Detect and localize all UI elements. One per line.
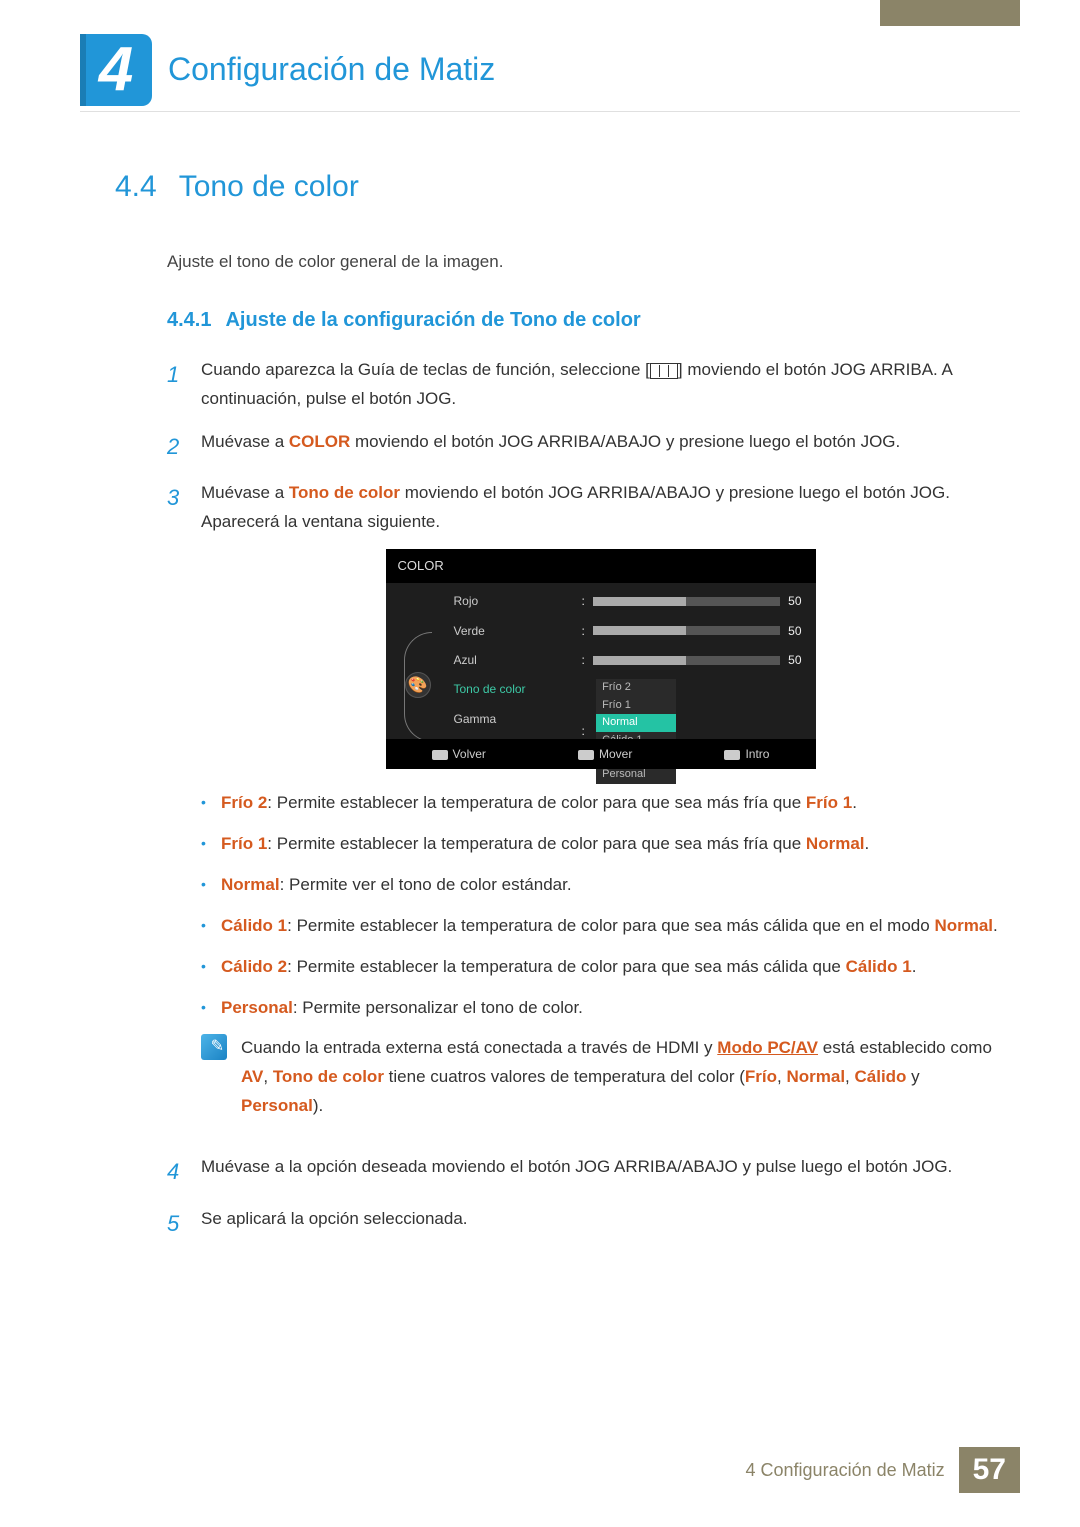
menu-icon (650, 363, 678, 379)
palette-icon: 🎨 (405, 672, 431, 698)
osd-label-tono: Tono de color (454, 679, 564, 699)
desc-normal: Normal: Permite ver el tono de color est… (201, 871, 1000, 900)
osd-footer: Volver Mover Intro (386, 739, 816, 769)
osd-enter: Intro (724, 744, 769, 764)
value: 50 (788, 621, 801, 641)
osd-back: Volver (432, 744, 486, 764)
subsection-number: 4.4.1 (167, 309, 211, 332)
step-body: Muévase a la opción deseada moviendo el … (201, 1153, 1000, 1190)
subsection-heading: 4.4.1 Ajuste de la configuración de Tono… (167, 309, 1000, 332)
steps-list: 1 Cuando aparezca la Guía de teclas de f… (167, 356, 1000, 1242)
note-icon (201, 1034, 227, 1060)
osd-nav-arc: 🎨 (400, 591, 436, 739)
text: Muévase a (201, 483, 289, 502)
page-footer: 4 Configuración de Matiz 57 (746, 1447, 1020, 1493)
chapter-title: Configuración de Matiz (168, 51, 495, 88)
link-modo-pcav[interactable]: Modo PC/AV (717, 1038, 818, 1057)
slider-azul: : 50 (582, 650, 802, 670)
step-5: 5 Se aplicará la opción seleccionada. (167, 1205, 1000, 1242)
section-intro: Ajuste el tono de color general de la im… (167, 248, 1000, 275)
osd-labels: Rojo Verde Azul Tono de color Gamma (454, 591, 564, 739)
desc-calido1: Cálido 1: Permite establecer la temperat… (201, 912, 1000, 941)
option-descriptions: Frío 2: Permite establecer la temperatur… (201, 789, 1000, 1022)
osd-label-verde: Verde (454, 621, 564, 641)
osd-body: 🎨 Rojo Verde Azul Tono de color Gamma : … (386, 583, 816, 743)
slider-verde: : 50 (582, 621, 802, 641)
opt: Frío 2 (596, 679, 676, 696)
osd-label-rojo: Rojo (454, 591, 564, 611)
step-number: 5 (167, 1205, 185, 1242)
step-body: Se aplicará la opción seleccionada. (201, 1205, 1000, 1242)
chapter-badge: 4 (80, 34, 152, 106)
step-body: Muévase a COLOR moviendo el botón JOG AR… (201, 428, 1000, 465)
step-number: 2 (167, 428, 185, 465)
step-2: 2 Muévase a COLOR moviendo el botón JOG … (167, 428, 1000, 465)
step-number: 4 (167, 1153, 185, 1190)
page-header: 4 Configuración de Matiz (80, 28, 1020, 112)
page-content: 4.4 Tono de color Ajuste el tono de colo… (115, 170, 1000, 1256)
footer-label: 4 Configuración de Matiz (746, 1460, 945, 1481)
osd-panel: COLOR 🎨 Rojo Verde Azul Tono de color Ga… (386, 549, 816, 769)
text: moviendo el botón JOG ARRIBA/ABAJO y pre… (350, 432, 900, 451)
osd-label-gamma: Gamma (454, 709, 564, 729)
note: Cuando la entrada externa está conectada… (201, 1034, 1000, 1121)
opt: Frío 1 (596, 697, 676, 714)
section-heading: 4.4 Tono de color (115, 170, 1000, 204)
opt-selected: Normal (596, 714, 676, 731)
footer-page-number: 57 (959, 1447, 1020, 1493)
chapter-number: 4 (99, 34, 133, 105)
text: Cuando aparezca la Guía de teclas de fun… (201, 360, 650, 379)
section-number: 4.4 (115, 170, 157, 204)
subsection-title: Ajuste de la configuración de Tono de co… (225, 309, 640, 332)
value: 50 (788, 650, 801, 670)
keyword-tono: Tono de color (289, 483, 400, 502)
desc-calido2: Cálido 2: Permite establecer la temperat… (201, 953, 1000, 982)
value: 50 (788, 591, 801, 611)
step-3: 3 Muévase a Tono de color moviendo el bo… (167, 479, 1000, 1139)
step-body: Cuando aparezca la Guía de teclas de fun… (201, 356, 1000, 414)
desc-frio1: Frío 1: Permite establecer la temperatur… (201, 830, 1000, 859)
osd-values: : 50 : 50 : 50 : Frío 2 Frío 1 Normal Cá… (582, 591, 802, 739)
step-1: 1 Cuando aparezca la Guía de teclas de f… (167, 356, 1000, 414)
desc-frio2: Frío 2: Permite establecer la temperatur… (201, 789, 1000, 818)
step-number: 3 (167, 479, 185, 1139)
step-body: Muévase a Tono de color moviendo el botó… (201, 479, 1000, 1139)
slider-rojo: : 50 (582, 591, 802, 611)
section-title: Tono de color (179, 170, 359, 204)
osd-title: COLOR (386, 549, 816, 583)
top-accent-bar (880, 0, 1020, 26)
desc-personal: Personal: Permite personalizar el tono d… (201, 994, 1000, 1023)
osd-move: Mover (578, 744, 632, 764)
osd-label-azul: Azul (454, 650, 564, 670)
step-number: 1 (167, 356, 185, 414)
step-4: 4 Muévase a la opción deseada moviendo e… (167, 1153, 1000, 1190)
note-body: Cuando la entrada externa está conectada… (241, 1034, 1000, 1121)
keyword-color: COLOR (289, 432, 350, 451)
text: Muévase a (201, 432, 289, 451)
